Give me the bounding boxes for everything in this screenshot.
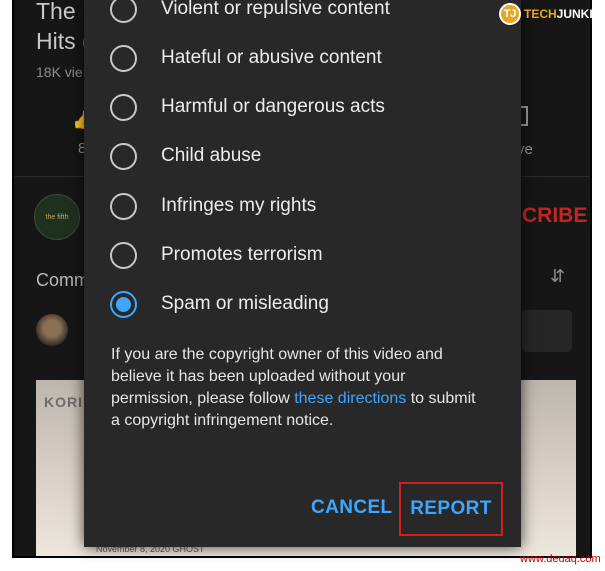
radio-dot <box>116 296 131 312</box>
option-label: Hateful or abusive content <box>161 47 382 68</box>
option-label: Infringes my rights <box>161 195 317 216</box>
logo-text: TECHJUNKIE <box>524 7 601 21</box>
logo-tech: TECH <box>524 7 557 21</box>
report-option-violent[interactable]: Violent or repulsive content <box>110 0 390 26</box>
comments-header: Comm <box>36 270 89 290</box>
thumbnail-text: KORI <box>44 394 83 410</box>
report-option-infringes[interactable]: Infringes my rights <box>110 189 316 223</box>
radio-button[interactable] <box>110 44 137 72</box>
view-count: 18K vie <box>36 64 83 80</box>
report-option-terrorism[interactable]: Promotes terrorism <box>110 238 323 272</box>
option-label: Spam or misleading <box>161 293 329 314</box>
radio-button[interactable] <box>110 142 137 170</box>
expand-icon[interactable]: ⇵ <box>550 266 565 287</box>
radio-button[interactable] <box>110 0 137 23</box>
watermark: www.deuaq.com <box>520 553 601 565</box>
user-avatar <box>36 314 68 346</box>
techjunkie-logo: TJ TECHJUNKIE <box>499 3 601 25</box>
subscribe-button[interactable]: CRIBE <box>522 204 587 228</box>
option-label: Harmful or dangerous acts <box>161 96 385 117</box>
option-label: Child abuse <box>161 145 262 166</box>
channel-avatar[interactable]: the fifth <box>34 194 80 240</box>
report-button[interactable]: REPORT <box>399 482 503 536</box>
report-option-spam[interactable]: Spam or misleading <box>110 287 329 321</box>
radio-button-selected[interactable] <box>110 290 137 318</box>
radio-button[interactable] <box>110 93 137 121</box>
radio-button[interactable] <box>110 241 137 269</box>
logo-junkie: JUNKIE <box>556 7 601 21</box>
option-label: Promotes terrorism <box>161 244 323 265</box>
radio-button[interactable] <box>110 192 137 220</box>
report-option-hateful[interactable]: Hateful or abusive content <box>110 41 382 75</box>
copyright-notice: If you are the copyright owner of this v… <box>111 344 481 432</box>
report-option-child-abuse[interactable]: Child abuse <box>110 139 261 173</box>
comment-input[interactable] <box>522 310 572 352</box>
channel-badge-text: the fifth <box>45 213 69 221</box>
logo-mark: TJ <box>499 3 521 25</box>
option-label: Violent or repulsive content <box>161 0 390 19</box>
directions-link[interactable]: these directions <box>294 390 406 407</box>
report-option-harmful[interactable]: Harmful or dangerous acts <box>110 90 385 124</box>
cancel-button[interactable]: CANCEL <box>311 497 393 519</box>
report-dialog: Violent or repulsive content Hateful or … <box>84 0 521 547</box>
